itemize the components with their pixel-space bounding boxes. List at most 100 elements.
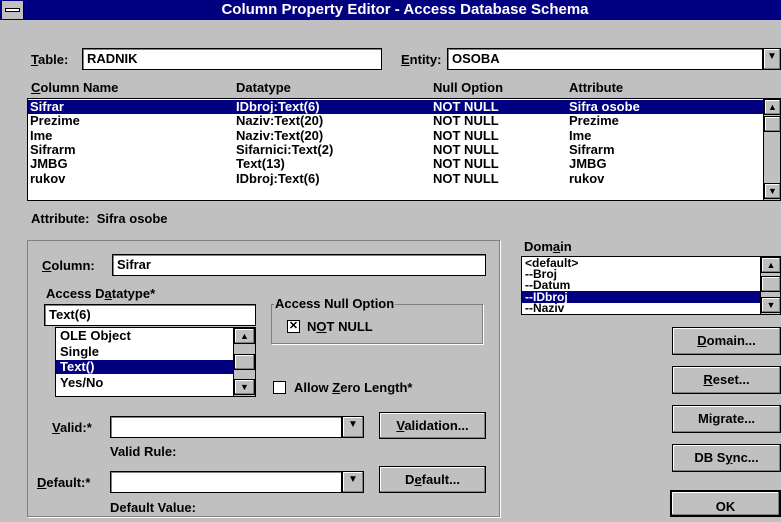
- entity-select[interactable]: OSOBA: [447, 48, 763, 70]
- table-cell-null: NOT NULL: [433, 113, 499, 129]
- table-cell-name: Sifrar: [30, 99, 64, 114]
- valid-rule-label: Valid Rule:: [110, 444, 177, 459]
- entity-dropdown-button[interactable]: ▼: [763, 48, 781, 70]
- attribute-label: Attribute: Sifra osobe: [31, 211, 168, 226]
- table-cell-attribute: JMBG: [569, 156, 607, 172]
- column-label: Column:: [42, 258, 95, 273]
- list-item[interactable]: --Naziv: [522, 302, 760, 314]
- scroll-thumb[interactable]: [764, 116, 780, 132]
- table-cell-name: rukov: [30, 170, 66, 186]
- db-sync-button[interactable]: DB Sync...: [672, 444, 781, 472]
- table-cell-attribute: Sifrarm: [569, 141, 615, 157]
- table-row[interactable]: JMBG Text(13) NOT NULL JMBG: [28, 157, 763, 171]
- table-cell-null: NOT NULL: [433, 170, 499, 186]
- chevron-up-icon: ▲: [768, 102, 777, 112]
- scroll-up-button[interactable]: ▲: [764, 99, 780, 115]
- null-option-group-label: Access Null Option: [274, 296, 396, 311]
- default-label: Default:*: [37, 475, 91, 490]
- columns-scrollbar[interactable]: ▲ ▼: [763, 99, 780, 200]
- table-row[interactable]: Sifrarm Sifarnici:Text(2) NOT NULL Sifrarm: [28, 141, 763, 157]
- system-menu-icon: [5, 8, 20, 12]
- table-cell-datatype: Naziv:Text(20): [236, 113, 324, 129]
- table-row[interactable]: rukov IDbroj:Text(6) NOT NULL rukov: [28, 170, 763, 186]
- validation-button[interactable]: Validation...: [379, 412, 486, 439]
- table-cell-datatype: Naziv:Text(20): [236, 127, 324, 143]
- reset-button[interactable]: Reset...: [672, 366, 781, 394]
- table-cell-attribute: Prezime: [569, 113, 619, 129]
- table-cell-null: NOT NULL: [433, 156, 499, 172]
- migrate-button[interactable]: Migrate...: [672, 405, 781, 433]
- table-row[interactable]: Sifrar IDbroj:Text(6) NOT NULL Sifra osobe: [28, 100, 763, 114]
- scroll-thumb[interactable]: [234, 354, 255, 370]
- domain-list[interactable]: <default> --Broj --Datum --IDbroj --Naziv ▲ …: [521, 256, 781, 315]
- table-row[interactable]: Prezime Naziv:Text(20) NOT NULL Prezime: [28, 114, 763, 128]
- not-null-label: NOT NULL: [307, 319, 373, 334]
- datatype-scrollbar[interactable]: ▲ ▼: [233, 328, 255, 396]
- window-title: Column Property Editor - Access Database…: [221, 1, 589, 18]
- not-null-checkbox[interactable]: ✕: [287, 320, 300, 333]
- access-datatype-label: Access Datatype*: [46, 286, 156, 301]
- table-cell-attribute: Ime: [569, 127, 592, 143]
- table-cell-null: NOT NULL: [433, 127, 499, 143]
- valid-dropdown-button[interactable]: ▼: [342, 416, 364, 438]
- chevron-down-icon: ▼: [767, 51, 777, 62]
- table-cell-name: Sifrarm: [30, 141, 76, 157]
- scroll-up-button[interactable]: ▲: [761, 257, 780, 273]
- title-bar[interactable]: Column Property Editor - Access Database…: [0, 0, 781, 20]
- header-column-name: Column Name: [31, 80, 119, 95]
- access-datatype-input[interactable]: Text(6): [44, 304, 256, 326]
- scroll-up-button[interactable]: ▲: [234, 328, 255, 344]
- table-cell-attribute: rukov: [569, 170, 605, 186]
- default-select[interactable]: [110, 471, 342, 493]
- header-null-option: Null Option: [433, 80, 504, 95]
- scroll-down-button[interactable]: ▼: [234, 379, 255, 395]
- system-menu-button[interactable]: [2, 1, 24, 19]
- chevron-down-icon: ▼: [240, 382, 249, 392]
- scroll-down-button[interactable]: ▼: [764, 183, 780, 199]
- header-attribute: Attribute: [569, 80, 624, 95]
- table-input[interactable]: RADNIK: [82, 48, 382, 70]
- allow-zero-length-checkbox[interactable]: [273, 381, 286, 394]
- ok-button[interactable]: OK: [670, 490, 781, 517]
- table-label: Table:: [31, 52, 69, 67]
- chevron-down-icon: ▼: [348, 474, 358, 485]
- access-datatype-list[interactable]: OLE Object Single Text() Yes/No ▲ ▼: [55, 327, 256, 397]
- list-item[interactable]: Yes/No: [56, 375, 233, 390]
- table-cell-name: Ime: [30, 127, 53, 143]
- check-icon: ✕: [288, 320, 299, 332]
- chevron-up-icon: ▲: [240, 331, 249, 341]
- scroll-thumb[interactable]: [761, 276, 780, 292]
- scroll-down-button[interactable]: ▼: [761, 297, 780, 313]
- header-datatype: Datatype: [236, 80, 291, 95]
- table-cell-datatype: IDbroj:Text(6): [236, 170, 320, 186]
- allow-zero-length-label: Allow Zero Length*: [294, 380, 413, 395]
- list-item[interactable]: <default>: [522, 257, 760, 269]
- table-row[interactable]: Ime Naziv:Text(20) NOT NULL Ime: [28, 127, 763, 143]
- table-cell-datatype: Sifarnici:Text(2): [236, 141, 334, 157]
- default-dropdown-button[interactable]: ▼: [342, 471, 364, 493]
- domain-button[interactable]: Domain...: [672, 327, 781, 355]
- table-cell-name: JMBG: [30, 156, 68, 172]
- valid-label: Valid:*: [52, 420, 92, 435]
- default-value-label: Default Value:: [110, 500, 196, 515]
- domain-label: Domain: [524, 239, 572, 254]
- list-item[interactable]: OLE Object: [56, 329, 233, 343]
- table-cell-name: Prezime: [30, 113, 80, 129]
- table-cell-datatype: IDbroj:Text(6): [236, 99, 320, 114]
- table-cell-datatype: Text(13): [236, 156, 285, 172]
- chevron-down-icon: ▼: [348, 419, 358, 430]
- table-cell-null: NOT NULL: [433, 141, 499, 157]
- list-item[interactable]: Text(): [56, 360, 233, 374]
- list-item[interactable]: Single: [56, 344, 233, 359]
- valid-select[interactable]: [110, 416, 342, 438]
- chevron-down-icon: ▼: [768, 186, 777, 196]
- table-cell-attribute: Sifra osobe: [569, 99, 640, 114]
- column-input[interactable]: Sifrar: [112, 254, 486, 276]
- chevron-up-icon: ▲: [766, 260, 776, 270]
- chevron-down-icon: ▼: [766, 300, 776, 310]
- entity-label: Entity:: [401, 52, 442, 67]
- default-button[interactable]: Default...: [379, 466, 486, 493]
- columns-list[interactable]: Sifrar IDbroj:Text(6) NOT NULL Sifra osobe P…: [27, 98, 781, 201]
- table-cell-null: NOT NULL: [433, 99, 499, 114]
- domain-scrollbar[interactable]: ▲ ▼: [760, 257, 780, 314]
